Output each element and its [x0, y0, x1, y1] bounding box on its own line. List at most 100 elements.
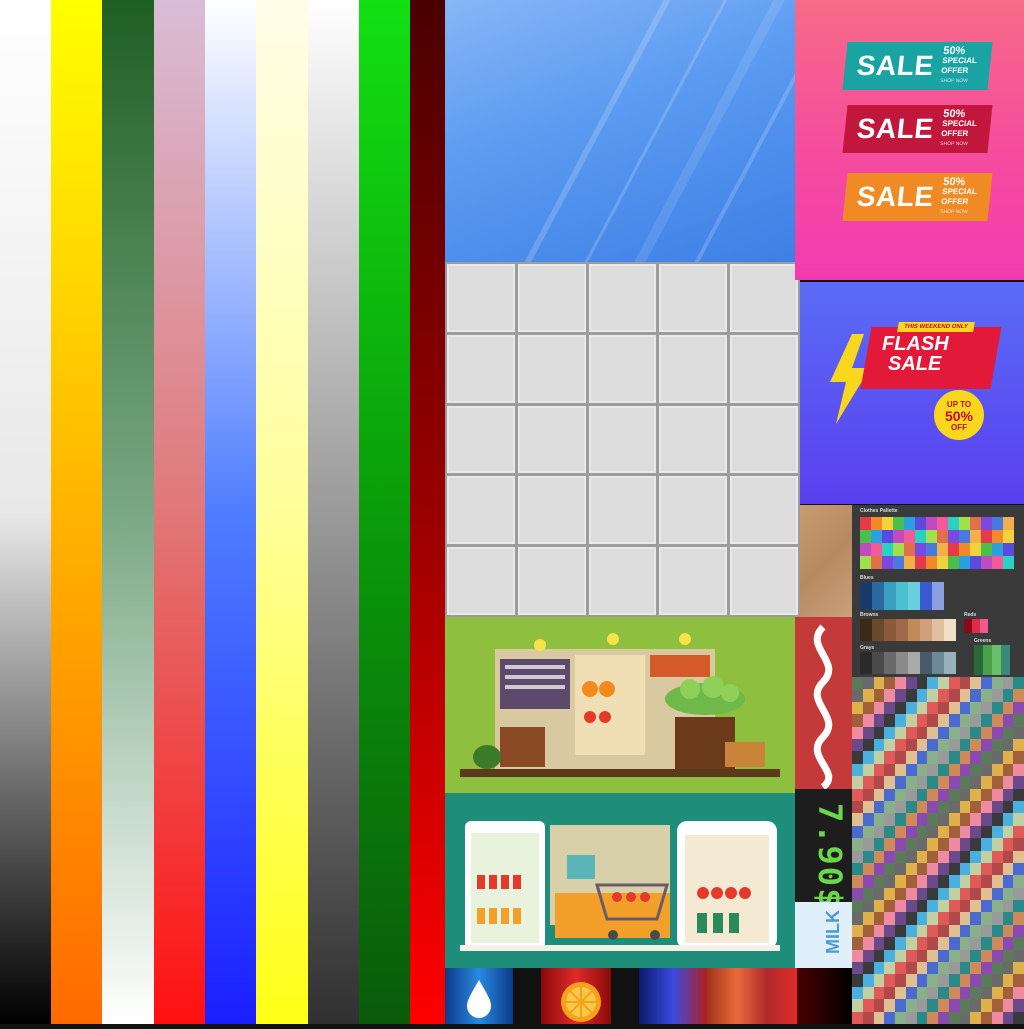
palette-swatch: [981, 776, 992, 789]
palette-swatch: [980, 619, 988, 633]
palette-swatch: [938, 677, 949, 690]
palette-swatch: [927, 937, 938, 950]
palette-swatch: [970, 714, 981, 727]
palette-swatch: [862, 763, 874, 777]
palette-swatch: [873, 776, 885, 789]
palette-swatch: [852, 800, 863, 814]
palette-swatch: [1013, 887, 1024, 901]
palette-swatch: [895, 813, 906, 826]
palette-swatch: [884, 677, 895, 690]
palette-swatch: [948, 900, 960, 913]
palette-swatch: [959, 900, 971, 913]
red-soda-can: [707, 968, 797, 1024]
palette-swatch: [970, 825, 981, 839]
palette-swatch: [927, 813, 938, 826]
palette-swatch: [1013, 701, 1024, 715]
palette-swatch: [884, 738, 895, 752]
palette-swatch: [927, 726, 938, 739]
palette-swatch: [970, 726, 981, 739]
palette-swatch: [852, 900, 863, 913]
kraft-paper-texture: [800, 505, 852, 617]
palette-swatch: [872, 619, 884, 641]
palette-swatch: [852, 726, 863, 739]
palette-swatch: [981, 689, 992, 702]
palette-swatch: [895, 838, 906, 851]
palette-swatch: [948, 726, 960, 739]
palette-swatch: [959, 974, 971, 987]
sale-line1: SPECIAL: [941, 119, 978, 128]
orange-slice-icon: [561, 982, 601, 1022]
palette-swatch: [905, 751, 917, 764]
palette-swatch: [916, 726, 928, 739]
palette-swatch: [852, 949, 863, 963]
palette-swatch: [1013, 751, 1024, 764]
palette-swatch: [852, 714, 863, 727]
palette-swatch: [959, 726, 971, 739]
palette-swatch: [905, 763, 917, 777]
palette-swatch: [964, 619, 972, 633]
palette-swatch: [1002, 677, 1014, 690]
palette-swatch: [905, 776, 917, 789]
palette-swatch: [873, 689, 885, 702]
palette-swatch: [991, 900, 1003, 913]
tile: [517, 476, 586, 545]
palette-swatch: [970, 763, 981, 777]
palette-swatch: [927, 677, 938, 690]
palette-swatch: [981, 530, 992, 543]
palette-swatch: [948, 677, 960, 690]
palette-swatch: [862, 714, 874, 727]
palette-swatch: [905, 850, 917, 863]
palette-swatch: [916, 949, 928, 963]
palette-swatch: [852, 1011, 863, 1024]
tile: [659, 264, 728, 332]
palette-swatch: [895, 974, 906, 987]
price-text: 7.90$: [811, 803, 849, 910]
tile: [447, 547, 515, 615]
palette-swatch: [1002, 788, 1014, 801]
palette-swatch: [895, 1011, 906, 1024]
palette-swatch: [991, 800, 1003, 814]
palette-swatch: [991, 689, 1003, 702]
palette-swatch: [938, 1011, 949, 1024]
palette-swatch: [981, 875, 992, 888]
sale-badges-panel: SALE 50% SPECIAL OFFER SHOP NOW SALE 50%…: [795, 0, 1024, 280]
palette-swatch: [991, 751, 1003, 764]
palette-swatch: [1013, 689, 1024, 702]
palette-swatch: [948, 701, 960, 715]
palette-swatch: [1002, 924, 1014, 938]
palette-swatch: [1013, 962, 1024, 975]
palette-swatch: [916, 838, 928, 851]
palette-swatch: [862, 751, 874, 764]
sale-badge-orange: SALE 50% SPECIAL OFFER SHOP NOW: [842, 173, 993, 221]
palette-swatch: [873, 701, 885, 715]
palette-swatch: [884, 701, 895, 715]
sale-small: SHOP NOW: [939, 141, 969, 147]
palette-swatch: [895, 689, 906, 702]
palette-swatch: [991, 738, 1003, 752]
palette-swatch: [884, 800, 895, 814]
palette-swatch: [852, 986, 863, 1000]
palette-swatch: [970, 999, 981, 1012]
palette-swatch: [873, 900, 885, 913]
palette-swatch: [948, 962, 960, 975]
palette-swatch: [916, 825, 928, 839]
palette-swatch: [873, 738, 885, 752]
tile: [517, 334, 586, 403]
palette-swatch: [948, 689, 960, 702]
palette-swatch: [938, 986, 949, 1000]
palette-swatch: [905, 974, 917, 987]
palette-swatch: [904, 556, 915, 569]
sale-word: SALE: [855, 181, 936, 212]
palette-swatch: [908, 652, 920, 674]
palette-row-grays: [860, 652, 956, 674]
palette-swatch: [905, 937, 917, 950]
palette-swatch: [948, 556, 959, 569]
palette-swatch: [905, 714, 917, 727]
palette-swatch: [1002, 838, 1014, 851]
palette-swatch: [1002, 738, 1014, 752]
palette-swatch: [1013, 949, 1024, 963]
palette-swatch: [1013, 738, 1024, 752]
palette-swatch: [926, 530, 937, 543]
palette-swatch: [938, 924, 949, 938]
palette-swatch: [991, 875, 1003, 888]
